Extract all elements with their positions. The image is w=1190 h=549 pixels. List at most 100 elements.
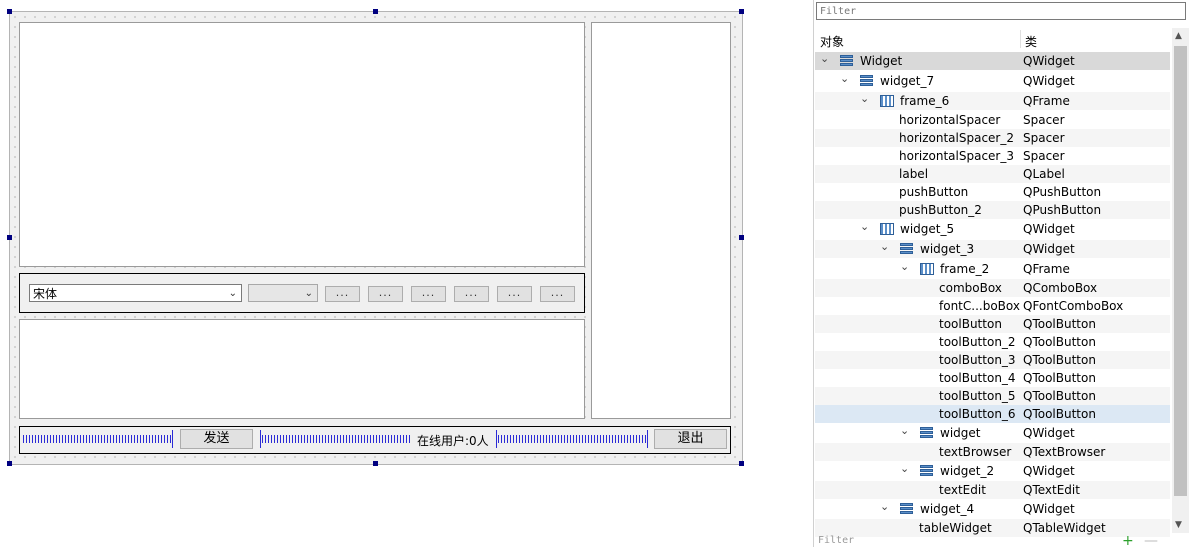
tree-row-name: textEdit	[939, 483, 986, 497]
tree-row-class: QWidget	[1023, 74, 1075, 88]
tree-row[interactable]: ⌄ Widget QWidget	[815, 52, 1170, 70]
tree-row-name: textBrowser	[939, 445, 1012, 459]
chevron-down-icon[interactable]: ⌄	[860, 92, 869, 105]
table-widget[interactable]	[591, 22, 731, 419]
tree-row-name: comboBox	[939, 281, 1002, 295]
tree-row[interactable]: textEdit QTextEdit	[815, 481, 1170, 499]
scroll-down-icon[interactable]: ▼	[1175, 520, 1182, 530]
tree-row-name: widget_3	[920, 242, 975, 256]
tool-button-1[interactable]: ...	[325, 286, 360, 302]
send-button[interactable]: 发送	[180, 429, 253, 449]
tree-row-name: widget_7	[880, 74, 935, 88]
tree-row[interactable]: fontC...boBox QFontComboBox	[815, 297, 1170, 315]
tree-row[interactable]: textBrowser QTextBrowser	[815, 443, 1170, 461]
exit-button[interactable]: 退出	[654, 429, 727, 449]
tree-row[interactable]: horizontalSpacer_2 Spacer	[815, 129, 1170, 147]
font-combobox-value: 宋体	[33, 287, 58, 301]
toolbar-frame: 宋体 ⌄ ⌄ ... ... ... ... ... ...	[19, 273, 585, 313]
tree-row-class: QTextEdit	[1023, 483, 1080, 497]
tree-row[interactable]: label QLabel	[815, 165, 1170, 183]
resize-handle-br[interactable]	[739, 461, 744, 466]
tree-row[interactable]: ⌄ widget_3 QWidget	[815, 240, 1170, 258]
header-separator[interactable]	[1020, 30, 1021, 48]
chevron-down-icon[interactable]: ⌄	[900, 260, 909, 273]
text-edit[interactable]	[19, 319, 585, 419]
designer-form[interactable]: 宋体 ⌄ ⌄ ... ... ... ... ... ... 发送 在线用户:0…	[7, 9, 744, 466]
tree-row[interactable]: toolButton_3 QToolButton	[815, 351, 1170, 369]
chevron-down-icon: ⌄	[304, 288, 313, 299]
tool-button-6[interactable]: ...	[540, 286, 575, 302]
header-object[interactable]: 对象	[820, 33, 844, 50]
tree-row-name: toolButton	[939, 317, 1002, 331]
tree-row-class: QTextBrowser	[1023, 445, 1106, 459]
chevron-down-icon[interactable]: ⌄	[880, 240, 889, 253]
resize-handle-mr[interactable]	[739, 235, 744, 240]
vertical-scrollbar[interactable]: ▲ ▼	[1172, 28, 1189, 533]
tree-row-name: tableWidget	[919, 521, 992, 535]
tree-row-class: QFrame	[1023, 94, 1070, 108]
spacer-end-mark	[260, 430, 261, 448]
frame-icon	[920, 263, 934, 275]
resize-handle-bm[interactable]	[373, 461, 378, 466]
header-class[interactable]: 类	[1025, 33, 1037, 50]
tree-row-class: QLabel	[1023, 167, 1065, 181]
tree-row-name: toolButton_4	[939, 371, 1016, 385]
tree-row-class: QWidget	[1023, 464, 1075, 478]
tree-row-name: toolButton_6	[939, 407, 1016, 421]
tree-row-class: Spacer	[1023, 113, 1065, 127]
resize-handle-ml[interactable]	[7, 235, 12, 240]
tool-button-4[interactable]: ...	[454, 286, 489, 302]
tool-button-3[interactable]: ...	[411, 286, 446, 302]
tree-row[interactable]: pushButton QPushButton	[815, 183, 1170, 201]
spacer-end-mark	[647, 430, 648, 448]
tree-row[interactable]: ⌄ widget_2 QWidget	[815, 462, 1170, 480]
tree-row-class: QToolButton	[1023, 407, 1096, 421]
tool-button-5[interactable]: ...	[497, 286, 532, 302]
tree-row[interactable]: comboBox QComboBox	[815, 279, 1170, 297]
tree-row[interactable]: ⌄ widget_7 QWidget	[815, 72, 1170, 90]
tree-row[interactable]: toolButton_5 QToolButton	[815, 387, 1170, 405]
minus-icon[interactable]: —	[1144, 534, 1158, 548]
tree-row[interactable]: ⌄ widget QWidget	[815, 424, 1170, 442]
tree-row-class: QFrame	[1023, 262, 1070, 276]
tree-row-class: QToolButton	[1023, 371, 1096, 385]
resize-handle-tl[interactable]	[7, 9, 12, 14]
tree-row-name: widget_2	[940, 464, 995, 478]
filter-input[interactable]: Filter	[816, 2, 1186, 20]
tree-row-name: horizontalSpacer	[899, 113, 1001, 127]
resize-handle-tm[interactable]	[373, 9, 378, 14]
tree-row[interactable]: horizontalSpacer_3 Spacer	[815, 147, 1170, 165]
chevron-down-icon[interactable]: ⌄	[860, 220, 869, 233]
font-combobox[interactable]: 宋体 ⌄	[29, 284, 242, 302]
horizontal-spacer-3	[498, 435, 646, 443]
tree-row[interactable]: ⌄ widget_4 QWidget	[815, 500, 1170, 518]
tree-row-class: QToolButton	[1023, 353, 1096, 367]
tree-row[interactable]: ⌄ widget_5 QWidget	[815, 220, 1170, 238]
tool-button-2[interactable]: ...	[368, 286, 403, 302]
resize-handle-tr[interactable]	[739, 9, 744, 14]
scrollbar-thumb[interactable]	[1174, 46, 1187, 496]
tree-row-name: widget_4	[920, 502, 975, 516]
plus-icon[interactable]: +	[1122, 534, 1134, 548]
tree-row[interactable]: ⌄ frame_2 QFrame	[815, 260, 1170, 278]
tree-row-name: horizontalSpacer_3	[899, 149, 1014, 163]
size-combobox[interactable]: ⌄	[248, 284, 318, 302]
horizontal-spacer-2	[262, 435, 410, 443]
tree-row-class: QWidget	[1023, 242, 1075, 256]
chevron-down-icon[interactable]: ⌄	[900, 424, 909, 437]
tree-row-class: Spacer	[1023, 149, 1065, 163]
chevron-down-icon[interactable]: ⌄	[900, 462, 909, 475]
chevron-down-icon[interactable]: ⌄	[880, 500, 889, 513]
tree-row[interactable]: toolButton_2 QToolButton	[815, 333, 1170, 351]
tree-row[interactable]: ⌄ frame_6 QFrame	[815, 92, 1170, 110]
chevron-down-icon[interactable]: ⌄	[820, 52, 829, 65]
tree-row[interactable]: horizontalSpacer Spacer	[815, 111, 1170, 129]
text-browser[interactable]	[19, 22, 585, 267]
tree-row[interactable]: pushButton_2 QPushButton	[815, 201, 1170, 219]
tree-row[interactable]: toolButton_4 QToolButton	[815, 369, 1170, 387]
tree-row[interactable]: toolButton_6 QToolButton	[815, 405, 1170, 423]
scroll-up-icon[interactable]: ▲	[1175, 31, 1182, 41]
chevron-down-icon[interactable]: ⌄	[840, 72, 849, 85]
tree-row[interactable]: toolButton QToolButton	[815, 315, 1170, 333]
resize-handle-bl[interactable]	[7, 461, 12, 466]
